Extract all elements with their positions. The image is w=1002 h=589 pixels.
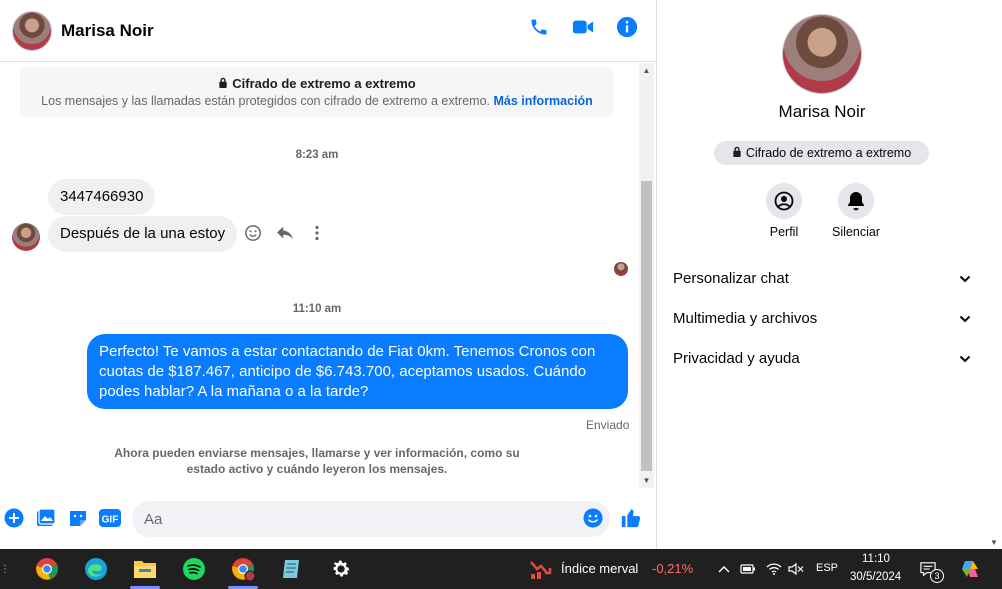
incoming-message[interactable]: Después de la una estoy (48, 216, 238, 252)
e2e-notice: Cifrado de extremo a extremo Los mensaje… (20, 67, 614, 117)
notepad-icon[interactable] (269, 549, 315, 589)
taskbar-edge: ⋮ (0, 563, 10, 575)
react-icon[interactable] (243, 223, 263, 243)
conversation-info-panel: Marisa Noir Cifrado de extremo a extremo… (656, 0, 986, 549)
file-explorer-icon[interactable] (122, 549, 168, 589)
clock-time[interactable]: 11:10 (862, 553, 890, 565)
chat-header: Marisa Noir (0, 0, 656, 62)
gif-icon[interactable]: GIF (99, 507, 121, 529)
message-actions (243, 223, 327, 243)
message-list: Cifrado de extremo a extremo Los mensaje… (0, 63, 640, 488)
lock-icon (732, 146, 742, 160)
reply-icon[interactable] (275, 223, 295, 243)
incoming-message[interactable]: 3447466930 (48, 179, 156, 215)
taskbar: ⋮ Índice merval -0,21% ESP 11:10 30/5/20… (0, 549, 1002, 589)
profile-name: Marisa Noir (778, 102, 866, 121)
chevron-down-icon (959, 310, 971, 327)
svg-text:GIF: GIF (102, 515, 119, 526)
stock-label[interactable]: Índice merval (561, 561, 638, 576)
more-info-link[interactable]: Más información (494, 94, 593, 108)
edge-icon[interactable] (73, 549, 119, 589)
profile-avatar[interactable] (782, 14, 862, 94)
contact-avatar[interactable] (12, 10, 52, 51)
e2e-description: Los mensajes y las llamadas están proteg… (41, 94, 491, 108)
e2e-title: Cifrado de extremo a extremo (232, 76, 416, 91)
bell-icon (838, 183, 874, 219)
profile-button[interactable]: Perfil (749, 183, 819, 239)
notification-count-badge: 3 (930, 569, 944, 583)
language-indicator[interactable]: ESP (816, 562, 838, 574)
wifi-icon[interactable] (766, 561, 782, 577)
sender-avatar[interactable] (12, 223, 40, 251)
message-scrollbar[interactable]: ▲ ▼ (639, 63, 654, 488)
scroll-down-arrow[interactable]: ▼ (639, 473, 654, 488)
mute-button[interactable]: Silenciar (821, 183, 891, 239)
copilot-icon[interactable] (960, 561, 980, 577)
scroll-up-arrow[interactable]: ▲ (639, 63, 654, 78)
profile-label: Perfil (769, 225, 799, 239)
video-call-icon[interactable] (572, 16, 594, 38)
messenger-app: Marisa Noir Cifrado de extremo a extremo (0, 0, 1002, 549)
chevron-down-icon (959, 350, 971, 367)
chevron-up-icon[interactable] (716, 561, 732, 577)
clock-date[interactable]: 30/5/2024 (850, 571, 901, 583)
outgoing-message[interactable]: Perfecto! Te vamos a estar contactando d… (87, 334, 628, 409)
mute-label: Silenciar (832, 225, 880, 239)
header-actions (528, 16, 638, 38)
photo-icon[interactable] (35, 507, 57, 529)
info-notice: Ahora pueden enviarse mensajes, llamarse… (114, 446, 520, 476)
timestamp: 11:10 am (292, 303, 342, 315)
panel-scrollbar[interactable]: ▼ (986, 0, 1002, 549)
scroll-thumb[interactable] (641, 181, 652, 471)
composer: GIF (0, 495, 656, 543)
settings-gear-icon[interactable] (318, 549, 364, 589)
contact-name[interactable]: Marisa Noir (61, 21, 154, 41)
chrome-profile-icon[interactable] (220, 549, 266, 589)
battery-icon[interactable] (740, 561, 756, 577)
section-privacy-help[interactable]: Privacidad y ayuda (673, 340, 971, 376)
add-icon[interactable] (3, 507, 25, 529)
phone-icon[interactable] (528, 16, 550, 38)
message-input[interactable] (132, 501, 610, 537)
chevron-down-icon (959, 270, 971, 287)
scroll-down-arrow[interactable]: ▼ (986, 538, 1002, 547)
emoji-icon[interactable] (582, 507, 604, 529)
profile-icon (766, 183, 802, 219)
section-customize-chat[interactable]: Personalizar chat (673, 260, 971, 296)
e2e-badge[interactable]: Cifrado de extremo a extremo (714, 141, 929, 165)
read-receipt-avatar (614, 262, 628, 276)
volume-muted-icon[interactable] (788, 561, 804, 577)
thumbs-up-icon[interactable] (620, 507, 642, 529)
chrome-icon[interactable] (24, 549, 70, 589)
sticker-icon[interactable] (67, 507, 89, 529)
info-icon[interactable] (616, 16, 638, 38)
timestamp: 8:23 am (295, 149, 339, 161)
spotify-icon[interactable] (171, 549, 217, 589)
more-options-icon[interactable] (307, 223, 327, 243)
stock-change[interactable]: -0,21% (652, 561, 693, 576)
lock-icon (218, 76, 228, 91)
stock-chart-icon[interactable] (526, 549, 556, 589)
section-media-files[interactable]: Multimedia y archivos (673, 300, 971, 336)
message-status: Enviado (586, 418, 630, 432)
